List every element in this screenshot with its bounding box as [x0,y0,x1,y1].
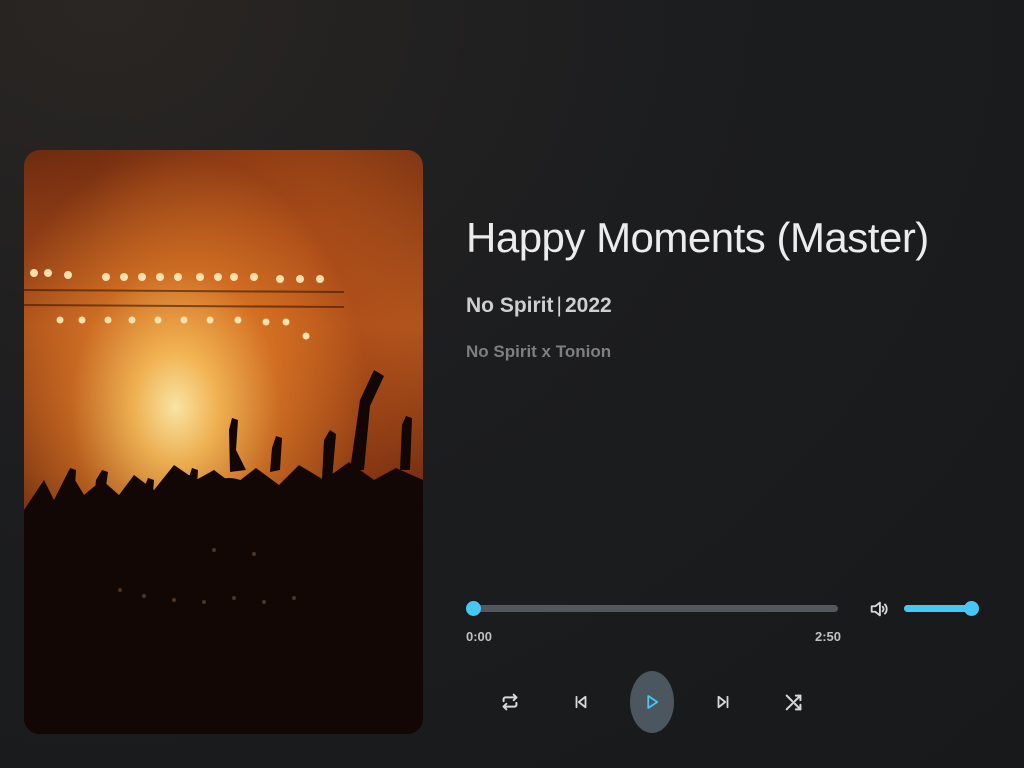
volume-icon[interactable] [868,598,890,620]
progress-slider[interactable] [466,601,838,616]
track-year: 2022 [564,294,612,317]
volume-slider[interactable] [904,601,979,616]
current-time: 0:00 [466,629,493,644]
skip-next-icon [717,695,729,709]
previous-button[interactable] [561,682,601,722]
skip-previous-icon [575,695,587,709]
repeat-icon [502,693,518,711]
track-credits: No Spirit x Tonion [466,342,612,361]
next-button[interactable] [703,682,743,722]
play-icon [647,695,659,709]
meta-separator: | [556,294,562,317]
total-time: 2:50 [815,629,842,644]
volume-fill [904,605,971,612]
repeat-button[interactable] [490,682,530,722]
track-artist: No Spirit [466,294,554,317]
shuffle-icon [785,694,802,711]
play-button[interactable] [630,671,674,733]
shuffle-button[interactable] [774,682,814,722]
track-meta: No Spirit | 2022 [466,294,612,318]
track-title: Happy Moments (Master) [466,214,929,261]
concert-crowd-image [24,269,423,734]
progress-thumb[interactable] [466,601,481,616]
album-art [24,150,423,734]
volume-thumb[interactable] [964,601,979,616]
